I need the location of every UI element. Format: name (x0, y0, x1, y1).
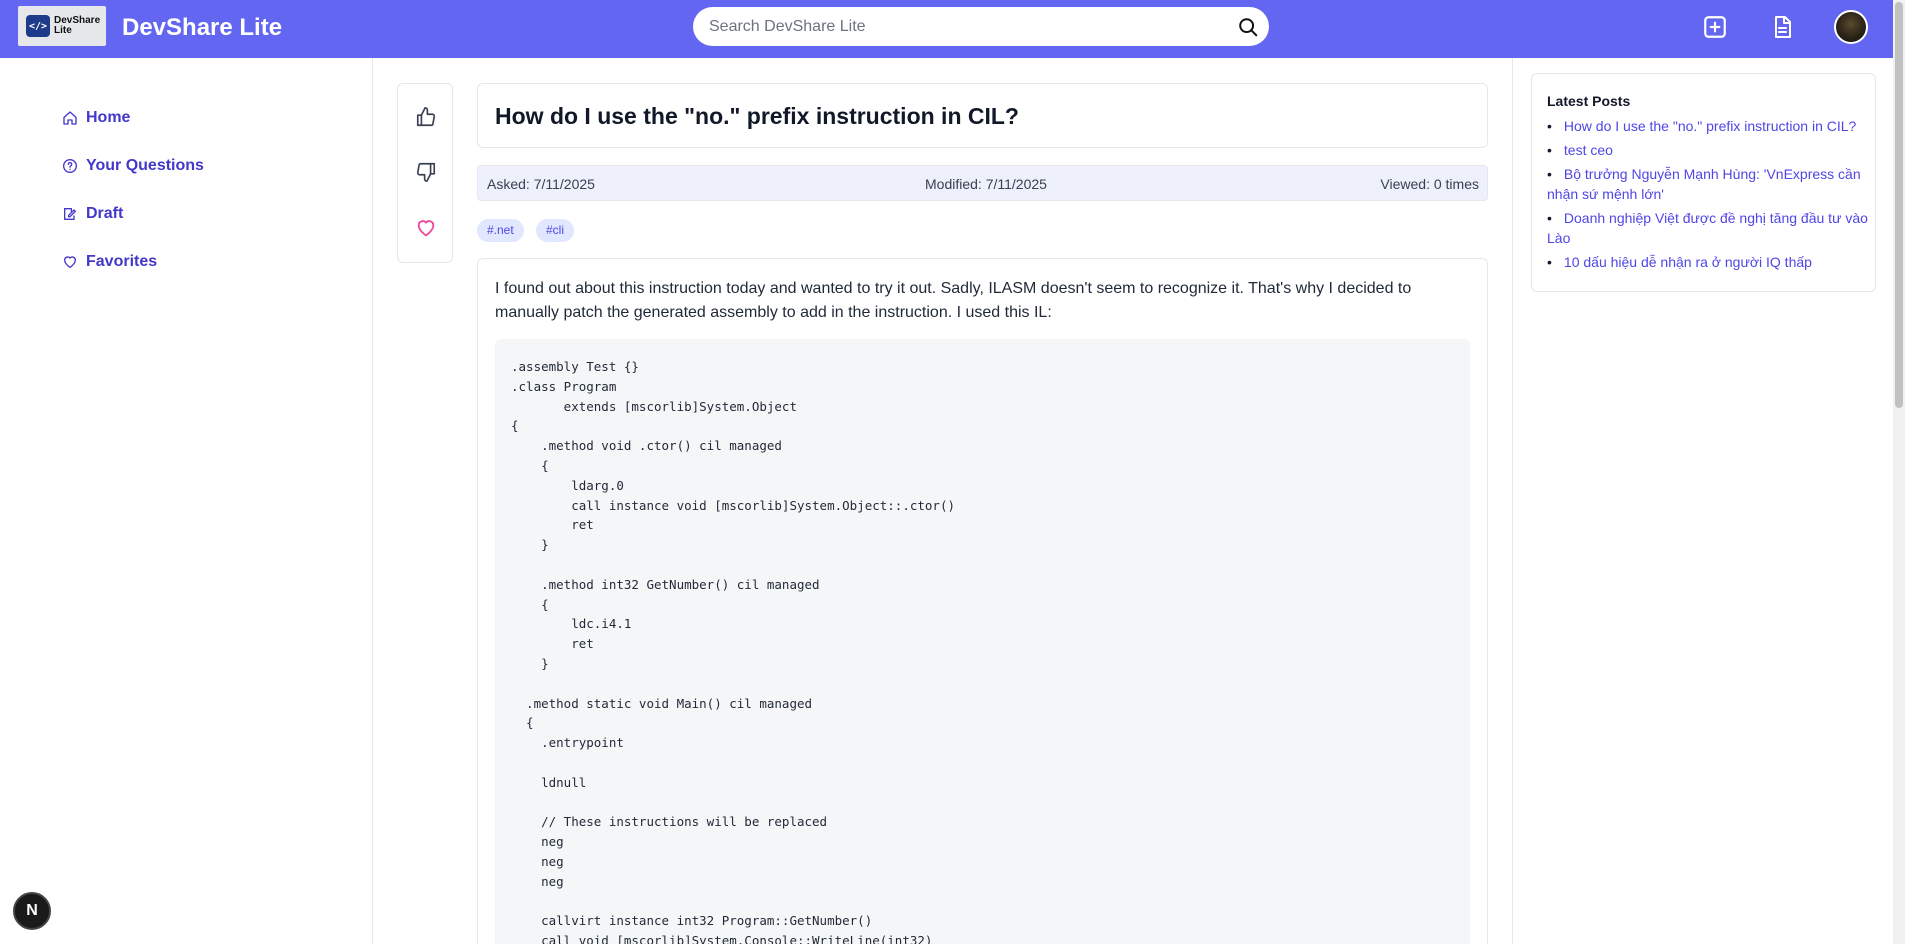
search-input[interactable] (709, 7, 1229, 46)
scrollbar-thumb[interactable] (1895, 2, 1903, 408)
user-avatar[interactable] (1834, 10, 1868, 44)
post-title-card: How do I use the "no." prefix instructio… (477, 83, 1488, 148)
my-posts-button[interactable] (1767, 12, 1797, 42)
top-header: </> DevShare Lite DevShare Lite (0, 0, 1893, 58)
view-count: Viewed: 0 times (1380, 176, 1479, 192)
latest-posts-list: How do I use the "no." prefix instructio… (1547, 116, 1869, 276)
heart-icon (417, 220, 435, 237)
app-logo[interactable]: </> DevShare Lite (18, 6, 106, 46)
plus-square-icon (1704, 16, 1726, 38)
create-post-button[interactable] (1700, 12, 1730, 42)
thumbs-down-icon (416, 162, 436, 182)
asked-date: Asked: 7/11/2025 (487, 176, 595, 192)
sidebar-item-your-questions[interactable]: Your Questions (62, 157, 204, 175)
sidebar-item-label: Favorites (86, 253, 158, 270)
left-sidebar: Home Your Questions Draft Favorites (0, 58, 373, 944)
downvote-button[interactable] (412, 158, 440, 186)
app-title[interactable]: DevShare Lite (122, 14, 282, 42)
vote-panel (397, 83, 453, 263)
post-body-card: I found out about this instruction today… (477, 258, 1488, 944)
sidebar-item-favorites[interactable]: Favorites (62, 253, 157, 271)
sidebar-item-label: Draft (86, 205, 124, 222)
heart-icon (64, 256, 76, 268)
latest-post-link[interactable]: How do I use the "no." prefix instructio… (1547, 116, 1869, 136)
code-logo-icon: </> (26, 15, 50, 37)
post-meta-bar: Asked: 7/11/2025 Modified: 7/11/2025 Vie… (477, 165, 1488, 201)
tag-net[interactable]: #.net (477, 219, 524, 242)
sidebar-item-draft[interactable]: Draft (62, 205, 123, 223)
latest-posts-card: Latest Posts How do I use the "no." pref… (1531, 73, 1876, 292)
post-body-text: I found out about this instruction today… (495, 280, 1412, 321)
page-scrollbar[interactable] (1893, 0, 1905, 944)
question-circle-icon (63, 159, 77, 173)
dev-tools-badge[interactable]: N (13, 892, 51, 930)
search-bar (693, 7, 1269, 46)
modified-date: Modified: 7/11/2025 (925, 176, 1047, 192)
code-content: .assembly Test {} .class Program extends… (511, 359, 956, 944)
latest-post-link[interactable]: Doanh nghiệp Việt được đề nghị tăng đầu … (1547, 208, 1869, 248)
tag-cli[interactable]: #cli (536, 219, 575, 242)
code-block: .assembly Test {} .class Program extends… (495, 339, 1470, 944)
home-icon (63, 111, 77, 125)
document-icon (1775, 16, 1791, 38)
favorite-button[interactable] (412, 214, 440, 242)
right-sidebar: Latest Posts How do I use the "no." pref… (1512, 58, 1893, 944)
thumbs-up-icon (416, 107, 436, 127)
logo-text: DevShare Lite (54, 15, 101, 36)
latest-posts-title: Latest Posts (1547, 93, 1631, 109)
latest-post-link[interactable]: 10 dấu hiệu dễ nhận ra ở người IQ thấp (1547, 252, 1869, 272)
latest-post-link[interactable]: Bộ trưởng Nguyễn Mạnh Hùng: 'VnExpress c… (1547, 164, 1869, 204)
sidebar-item-label: Your Questions (86, 157, 204, 174)
edit-note-icon (64, 208, 76, 220)
latest-post-link[interactable]: test ceo (1547, 140, 1869, 160)
sidebar-item-home[interactable]: Home (62, 109, 130, 127)
post-title: How do I use the "no." prefix instructio… (495, 103, 1019, 129)
upvote-button[interactable] (412, 103, 440, 131)
sidebar-item-label: Home (86, 109, 131, 126)
search-icon[interactable] (1237, 16, 1259, 38)
